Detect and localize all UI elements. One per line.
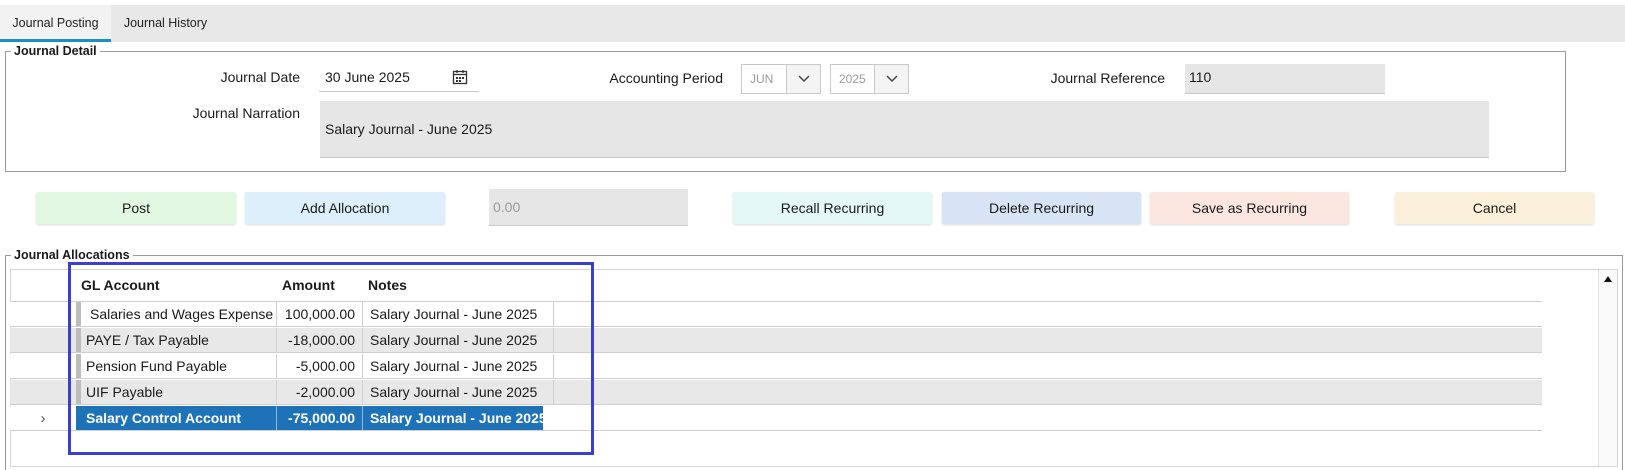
period-year-select[interactable]: 2025 (830, 64, 909, 94)
period-month-select[interactable]: JUN (741, 64, 821, 94)
delete-recurring-button[interactable]: Delete Recurring (942, 192, 1141, 224)
journal-narration-value: Salary Journal - June 2025 (325, 121, 493, 137)
calendar-icon[interactable] (452, 69, 468, 85)
current-row-chevron-icon: › (40, 410, 46, 427)
journal-date-field[interactable]: 30 June 2025 (319, 64, 479, 92)
journal-narration-label: Journal Narration (192, 105, 300, 121)
vertical-scrollbar[interactable] (1598, 270, 1617, 466)
chevron-down-icon[interactable] (786, 65, 820, 93)
journal-allocations-legend: Journal Allocations (11, 248, 133, 262)
accounting-period-label: Accounting Period (609, 70, 723, 86)
period-month-value: JUN (750, 72, 774, 86)
journal-detail-legend: Journal Detail (11, 44, 100, 58)
allocation-total-value: 0.00 (493, 199, 521, 215)
recall-recurring-button[interactable]: Recall Recurring (733, 192, 932, 224)
tab-journal-posting[interactable]: Journal Posting (0, 5, 111, 42)
add-allocation-button[interactable]: Add Allocation (245, 192, 445, 224)
tab-strip: Journal Posting Journal History (0, 5, 1625, 42)
scroll-up-arrow-icon[interactable] (1603, 274, 1613, 284)
journal-reference-field[interactable]: 110 (1185, 64, 1385, 94)
journal-reference-value: 110 (1189, 69, 1212, 85)
journal-date-value: 30 June 2025 (325, 69, 410, 85)
journal-date-label: Journal Date (220, 69, 300, 85)
post-button[interactable]: Post (36, 192, 236, 224)
tab-journal-history[interactable]: Journal History (113, 5, 218, 42)
journal-narration-field[interactable]: Salary Journal - June 2025 (320, 101, 1489, 158)
chevron-down-icon[interactable] (874, 65, 908, 93)
save-as-recurring-button[interactable]: Save as Recurring (1150, 192, 1349, 224)
period-year-value: 2025 (839, 72, 866, 86)
highlight-box (68, 262, 594, 455)
journal-reference-label: Journal Reference (1050, 70, 1165, 86)
cancel-button[interactable]: Cancel (1395, 192, 1594, 224)
allocation-total-field: 0.00 (489, 189, 688, 226)
